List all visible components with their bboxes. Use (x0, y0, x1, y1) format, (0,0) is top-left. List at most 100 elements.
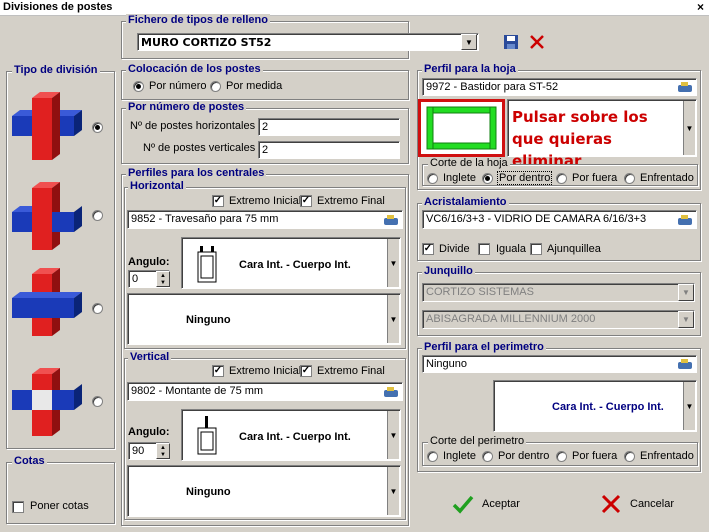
h-cara-text: Cara Int. - Cuerpo Int. (239, 259, 351, 271)
corte-hoja-legend: Corte de la hoja (428, 157, 510, 169)
save-icon[interactable] (502, 33, 520, 51)
chevron-down-icon[interactable]: ▼ (683, 382, 695, 430)
h-cara-panel[interactable]: Cara Int. - Cuerpo Int. ▼ (181, 237, 401, 289)
acristalamiento-lookup-icon[interactable] (676, 213, 694, 227)
v-extremo-final-label: Extremo Final (317, 365, 385, 377)
fichero-legend: Fichero de tipos de relleno (126, 14, 270, 26)
v-perfil-field[interactable]: 9802 - Montante de 75 mm (127, 382, 403, 401)
fichero-select[interactable]: MURO CORTIZO ST52 (137, 33, 479, 51)
por-numero-legend: Por número de postes (126, 101, 247, 113)
hoja-preview[interactable] (418, 99, 505, 157)
vertical-legend: Vertical (128, 351, 172, 363)
division-split-icon (12, 368, 82, 436)
division-radio-1[interactable] (92, 122, 103, 133)
v-angulo-spinner[interactable]: ▲ ▼ (156, 443, 170, 459)
cotas-group (6, 462, 115, 524)
divide-checkbox[interactable]: ✓ (422, 243, 434, 255)
corte-perimetro-enfrentado-radio[interactable] (624, 451, 635, 462)
cancel-icon (601, 494, 621, 514)
corte-hoja-enfrentado-radio[interactable] (624, 173, 635, 184)
corte-perimetro-inglete-radio[interactable] (427, 451, 438, 462)
corte-hoja-por-fuera-radio[interactable] (556, 173, 567, 184)
v-ninguno-text: Ninguno (186, 486, 231, 498)
h-extremo-final-checkbox[interactable]: ✓ (300, 195, 312, 207)
chevron-down-icon[interactable]: ▼ (387, 295, 399, 343)
aceptar-label: Aceptar (482, 498, 520, 510)
h-extremo-inicial-label: Extremo Inicial (229, 195, 302, 207)
cancelar-button[interactable]: Cancelar (600, 492, 700, 516)
acristalamiento-legend: Acristalamiento (422, 196, 509, 208)
division-cross-icon (12, 92, 82, 160)
v-ninguno-panel[interactable]: Ninguno ▼ (127, 465, 401, 517)
corte-perimetro-por-dentro-label: Por dentro (498, 450, 550, 462)
junquillo-legend: Junquillo (422, 265, 475, 277)
poner-cotas-checkbox[interactable] (12, 501, 24, 513)
perimetro-cara-panel[interactable]: Cara Int. - Cuerpo Int. ▼ (493, 380, 697, 432)
corte-hoja-inglete-radio[interactable] (427, 173, 438, 184)
perimetro-cara-text: Cara Int. - Cuerpo Int. (552, 401, 664, 413)
v-extremo-inicial-checkbox[interactable]: ✓ (212, 365, 224, 377)
hoja-hint-panel[interactable]: Pulsar sobre los que quieras eliminar ▼ (507, 99, 697, 170)
perfil-perimetro-field[interactable]: Ninguno (422, 355, 697, 373)
corte-perimetro-por-dentro-radio[interactable] (482, 451, 493, 462)
junquillo-select-2[interactable]: ABISAGRADA MILLENNIUM 2000 (422, 310, 695, 329)
corte-perimetro-enfrentado-label: Enfrentado (640, 450, 694, 462)
h-perfil-field[interactable]: 9852 - Travesaño para 75 mm (127, 210, 403, 229)
horiz-label: Nº de postes horizontales (130, 120, 256, 132)
hoja-frame-icon[interactable] (421, 102, 502, 154)
division-radio-2[interactable] (92, 210, 103, 221)
v-cara-panel[interactable]: Cara Int. - Cuerpo Int. ▼ (181, 409, 401, 461)
corte-hoja-por-dentro-label: Por dentro (497, 171, 553, 185)
chevron-down-icon[interactable]: ▼ (683, 101, 695, 155)
corte-perimetro-inglete-label: Inglete (443, 450, 477, 462)
aceptar-button[interactable]: Aceptar (452, 492, 552, 516)
h-perfil-lookup-icon[interactable] (382, 213, 400, 227)
chevron-down-icon[interactable]: ▼ (387, 411, 399, 459)
close-icon[interactable]: × (697, 0, 704, 14)
chevron-down-icon[interactable]: ▼ (387, 239, 399, 287)
h-extremo-inicial-checkbox[interactable]: ✓ (212, 195, 224, 207)
iguala-checkbox[interactable] (478, 243, 490, 255)
colocacion-legend: Colocación de los postes (126, 63, 263, 75)
chevron-down-icon[interactable]: ▼ (461, 34, 477, 50)
v-extremo-final-checkbox[interactable]: ✓ (300, 365, 312, 377)
corte-hoja-por-dentro-radio[interactable] (482, 173, 493, 184)
por-numero-label: Por número (149, 80, 207, 92)
h-ninguno-text: Ninguno (186, 314, 231, 326)
perfil-hoja-legend: Perfil para la hoja (422, 63, 518, 75)
junquillo-select-1[interactable]: CORTIZO SISTEMAS (422, 283, 695, 302)
horiz-input[interactable]: 2 (258, 118, 400, 136)
chevron-down-icon[interactable]: ▼ (387, 467, 399, 515)
corte-perimetro-por-fuera-radio[interactable] (556, 451, 567, 462)
perfil-hoja-lookup-icon[interactable] (676, 80, 694, 94)
corte-hoja-inglete-label: Inglete (443, 172, 477, 184)
perfiles-centrales-legend: Perfiles para los centrales (126, 167, 267, 179)
por-numero-radio[interactable] (133, 81, 144, 92)
corte-hoja-por-fuera-label: Por fuera (572, 172, 618, 184)
h-extremo-final-label: Extremo Final (317, 195, 385, 207)
v-profile-section-icon (197, 416, 217, 455)
v-perfil-lookup-icon[interactable] (382, 385, 400, 399)
v-cara-text: Cara Int. - Cuerpo Int. (239, 431, 351, 443)
vert-input[interactable]: 2 (258, 141, 400, 159)
chevron-down-icon[interactable]: ▼ (678, 311, 694, 328)
vert-label: Nº de postes verticales (143, 142, 256, 154)
perfil-hoja-field[interactable]: 9972 - Bastidor para ST-52 (422, 78, 697, 96)
perfil-perimetro-legend: Perfil para el perimetro (422, 341, 546, 353)
division-radio-3[interactable] (92, 303, 103, 314)
por-medida-radio[interactable] (210, 81, 221, 92)
v-extremo-inicial-label: Extremo Inicial (229, 365, 302, 377)
horizontal-legend: Horizontal (128, 180, 186, 192)
acristalamiento-field[interactable]: VC6/16/3+3 - VIDRIO DE CAMARA 6/16/3+3 (422, 210, 697, 229)
window-title: Divisiones de postes (3, 1, 113, 13)
ajunquillea-checkbox[interactable] (530, 243, 542, 255)
corte-perimetro-por-fuera-label: Por fuera (572, 450, 618, 462)
h-angulo-spinner[interactable]: ▲ ▼ (156, 271, 170, 287)
perfil-perimetro-lookup-icon[interactable] (676, 357, 694, 371)
chevron-down-icon[interactable]: ▼ (678, 284, 694, 301)
h-angulo-label: Angulo: (128, 256, 170, 268)
delete-icon[interactable] (528, 33, 546, 51)
division-radio-4[interactable] (92, 396, 103, 407)
title-bar: Divisiones de postes × (0, 0, 709, 16)
h-ninguno-panel[interactable]: Ninguno ▼ (127, 293, 401, 345)
